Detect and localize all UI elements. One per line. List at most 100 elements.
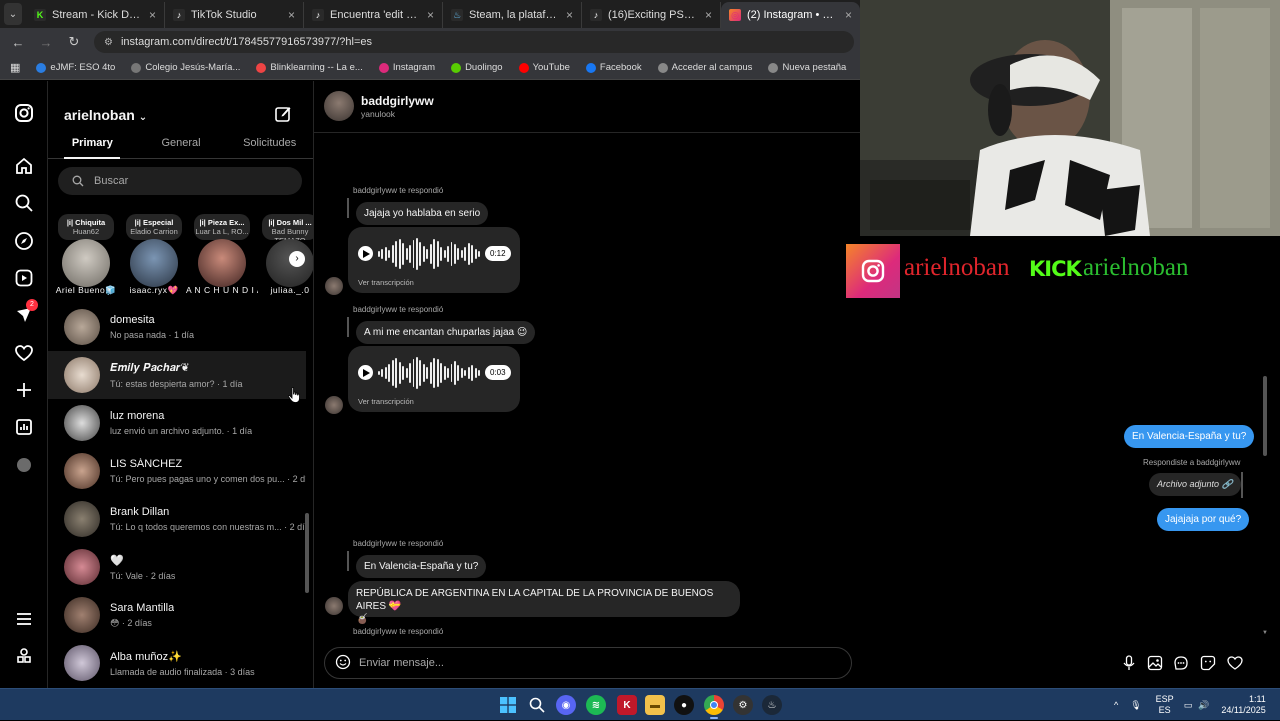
- play-icon[interactable]: [358, 246, 373, 261]
- close-tab-icon[interactable]: ×: [427, 8, 434, 22]
- sender-avatar[interactable]: [325, 396, 343, 414]
- obs-icon[interactable]: ●: [674, 695, 694, 715]
- microphone-icon[interactable]: 🎙: [1130, 700, 1141, 711]
- conversation-item[interactable]: Brank Dillan Tú: Lo q todos queremos con …: [48, 495, 306, 543]
- home-icon[interactable]: [12, 154, 36, 178]
- app-icon[interactable]: ⚙: [733, 695, 753, 715]
- bookmark-item[interactable]: Instagram: [378, 62, 435, 73]
- message-composer[interactable]: Enviar mensaje...: [324, 647, 852, 679]
- bookmark-item[interactable]: Nueva pestaña: [768, 62, 846, 73]
- notifications-heart-icon[interactable]: [12, 341, 36, 365]
- language-indicator[interactable]: ESP ES: [1156, 694, 1174, 716]
- conversation-item[interactable]: domesita No pasa nada · 1 día: [48, 303, 306, 351]
- play-icon[interactable]: [358, 365, 373, 380]
- back-arrow-icon[interactable]: ←: [10, 35, 26, 50]
- gif-sticker-icon[interactable]: [1173, 655, 1189, 671]
- spotify-icon[interactable]: ≋: [586, 695, 606, 715]
- bookmark-item[interactable]: Duolingo: [451, 62, 503, 73]
- browser-tab[interactable]: K Stream - Kick Dashboard ×: [26, 2, 165, 28]
- voice-message[interactable]: 0:03 Ver transcripción: [348, 346, 520, 412]
- voice-message[interactable]: 0:12 Ver transcripción: [348, 227, 520, 293]
- bookmark-item[interactable]: Facebook: [585, 62, 642, 73]
- avatar[interactable]: [324, 91, 354, 121]
- dashboard-chart-icon[interactable]: [12, 415, 36, 439]
- my-message-bubble[interactable]: Jajajaja por qué?: [1157, 508, 1250, 531]
- conversation-item[interactable]: Sara Mantilla 😳 · 2 días: [48, 591, 306, 639]
- close-tab-icon[interactable]: ×: [705, 8, 712, 22]
- message-input[interactable]: Enviar mensaje...: [359, 657, 444, 669]
- forward-arrow-icon[interactable]: →: [38, 35, 54, 50]
- browser-tab[interactable]: ♪ Encuentra 'edit de futbol ×: [304, 2, 443, 28]
- next-arrow-icon[interactable]: ›: [289, 251, 305, 267]
- discord-icon[interactable]: ◉: [556, 695, 576, 715]
- like-heart-icon[interactable]: [1227, 655, 1243, 671]
- scrollbar[interactable]: [305, 513, 309, 593]
- tab-requests[interactable]: Solicitudes: [225, 137, 313, 159]
- close-tab-icon[interactable]: ×: [288, 8, 295, 22]
- steam-icon[interactable]: ♨: [762, 695, 782, 715]
- address-bar[interactable]: ⚙ instagram.com/direct/t/178455779165739…: [94, 31, 854, 53]
- browser-tab[interactable]: ♨ Steam, la plataforma de ju ×: [443, 2, 582, 28]
- scrollbar[interactable]: ▼: [1262, 244, 1268, 636]
- my-message-bubble[interactable]: En Valencia-España y tu?: [1124, 425, 1255, 448]
- search-icon[interactable]: [12, 191, 36, 215]
- transcript-link[interactable]: Ver transcripción: [358, 397, 414, 406]
- browser-tab[interactable]: ♪ TikTok Studio ×: [165, 2, 304, 28]
- more-menu-icon[interactable]: [12, 607, 36, 631]
- close-tab-icon[interactable]: ×: [845, 8, 852, 22]
- close-tab-icon[interactable]: ×: [566, 8, 573, 22]
- message-bubble[interactable]: Jajaja yo hablaba en serio: [356, 202, 489, 225]
- bookmark-item[interactable]: YouTube: [518, 62, 570, 73]
- volume-icon[interactable]: 🔊: [1198, 700, 1209, 711]
- bookmark-item[interactable]: Blinklearning -- La e...: [256, 62, 363, 73]
- bookmark-item[interactable]: Acceder al campus: [657, 62, 752, 73]
- chrome-icon[interactable]: [704, 695, 724, 715]
- reels-icon[interactable]: [12, 266, 36, 290]
- search-icon[interactable]: [527, 695, 547, 715]
- attachment-bubble[interactable]: Archivo adjunto 🔗: [1149, 473, 1241, 496]
- sender-avatar[interactable]: [325, 597, 343, 615]
- app-k-icon[interactable]: K: [617, 695, 637, 715]
- create-plus-icon[interactable]: [12, 378, 36, 402]
- messages-icon[interactable]: 2: [12, 299, 38, 327]
- microphone-icon[interactable]: [1121, 655, 1137, 671]
- sender-avatar[interactable]: [325, 277, 343, 295]
- site-info-icon[interactable]: ⚙: [104, 37, 113, 48]
- clock[interactable]: 1:11 24/11/2025: [1221, 694, 1265, 716]
- network-icon[interactable]: ▭: [1184, 700, 1193, 711]
- tab-search-button[interactable]: ⌄: [4, 3, 22, 25]
- image-icon[interactable]: [1147, 655, 1163, 671]
- message-bubble[interactable]: REPÚBLICA DE ARGENTINA EN LA CAPITAL DE …: [348, 581, 740, 625]
- also-from-meta-icon[interactable]: [12, 644, 36, 668]
- reload-icon[interactable]: ↻: [66, 34, 82, 50]
- sticker-icon[interactable]: [1200, 655, 1216, 671]
- bookmark-item[interactable]: Colegio Jesús-María...: [131, 62, 240, 73]
- tray-chevron-up-icon[interactable]: ^: [1114, 700, 1118, 710]
- conversation-item[interactable]: luz morena luz envió un archivo adjunto. …: [48, 399, 306, 447]
- browser-tab[interactable]: ♪ (16)Exciting PSG Goals an ×: [582, 2, 721, 28]
- new-message-icon[interactable]: [274, 105, 292, 123]
- file-explorer-icon[interactable]: ▬: [645, 695, 665, 715]
- tab-primary[interactable]: Primary: [48, 137, 137, 159]
- conversation-item[interactable]: Alba muñoz✨ Llamada de audio finalizada ·…: [48, 639, 306, 687]
- instagram-logo-icon[interactable]: [12, 101, 36, 125]
- quoted-message[interactable]: En Valencia-España y tu?: [356, 555, 487, 578]
- bookmark-item[interactable]: eJMF: ESO 4to: [36, 62, 115, 73]
- account-switcher[interactable]: arielnoban ⌄: [64, 107, 147, 123]
- conversation-item[interactable]: 𝑬𝒎𝒊𝒍𝒚 𝑷𝒂𝒄𝒉𝒂𝒓❦ Tú: estas despierta amor? ·…: [48, 351, 306, 399]
- transcript-link[interactable]: Ver transcripción: [358, 278, 414, 287]
- conversation-item[interactable]: 🤍 Tú: Vale · 2 días: [48, 543, 306, 591]
- profile-avatar-icon[interactable]: [12, 453, 36, 477]
- windows-start-icon[interactable]: [498, 695, 518, 715]
- browser-tab[interactable]: ◎ (2) Instagram • Mensajes ×: [721, 2, 860, 28]
- chat-header[interactable]: baddgirlyww yanulook: [314, 81, 860, 133]
- tab-general[interactable]: General: [137, 137, 226, 159]
- emoji-icon[interactable]: [335, 654, 351, 673]
- explore-compass-icon[interactable]: [12, 229, 36, 253]
- message-bubble[interactable]: A mi me encantan chuparlas jajaa 😉: [356, 321, 536, 344]
- conversation-item[interactable]: LIS SÁNCHEZ Tú: Pero pues pagas uno y com…: [48, 447, 306, 495]
- chat-username[interactable]: baddgirlyww: [361, 94, 434, 108]
- close-tab-icon[interactable]: ×: [149, 8, 156, 22]
- search-input[interactable]: Buscar: [58, 167, 302, 195]
- apps-grid-icon[interactable]: ▦: [10, 61, 20, 74]
